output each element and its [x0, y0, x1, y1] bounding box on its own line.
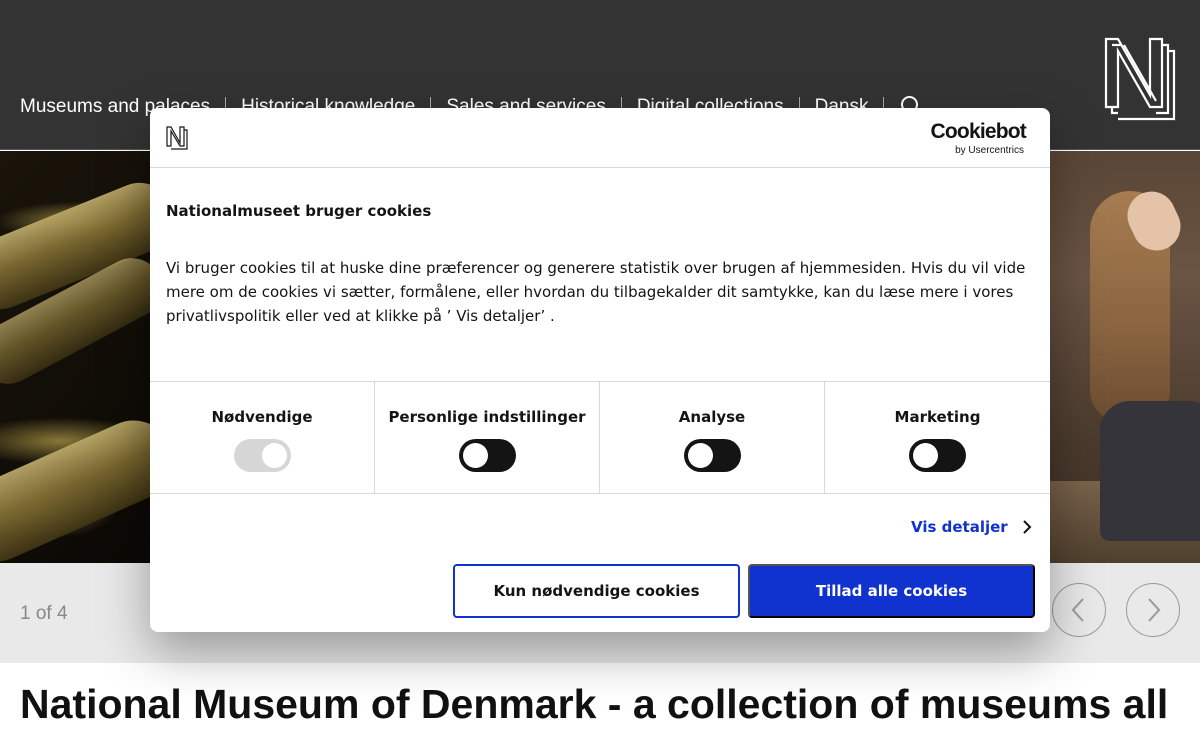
cookie-consent-dialog: Cookiebot by Usercentrics Nationalmuseet… [150, 108, 1050, 632]
carousel-next-button[interactable] [1126, 583, 1180, 637]
allow-all-button[interactable]: Tillad alle cookies [748, 564, 1035, 618]
consent-categories: Nødvendige Personlige indstillinger Anal… [150, 381, 1050, 494]
category-necessary: Nødvendige [150, 382, 375, 493]
dialog-header: Cookiebot by Usercentrics [150, 108, 1050, 168]
dialog-description: Vi bruger cookies til at huske dine præf… [166, 259, 1026, 325]
statistics-toggle[interactable] [684, 439, 741, 472]
category-label: Analyse [678, 408, 746, 426]
slide-counter: 1 of 4 [20, 603, 68, 624]
chevron-right-icon [1148, 598, 1161, 622]
category-label: Nødvendige [211, 408, 313, 426]
preferences-toggle[interactable] [459, 439, 516, 472]
category-statistics: Analyse [600, 382, 825, 493]
show-details-link[interactable]: Vis detaljer [911, 518, 1032, 536]
carousel-prev-button[interactable] [1052, 583, 1106, 637]
chevron-right-icon [1022, 520, 1032, 534]
dialog-title: Nationalmuseet bruger cookies [166, 202, 432, 220]
category-preferences: Personlige indstillinger [375, 382, 600, 493]
category-label: Personlige indstillinger [388, 408, 586, 426]
nationalmuseet-logo[interactable] [1104, 37, 1182, 121]
category-label: Marketing [894, 408, 981, 426]
show-details-label: Vis detaljer [911, 518, 1008, 536]
necessary-only-button[interactable]: Kun nødvendige cookies [453, 564, 740, 618]
page-title: National Museum of Denmark - a collectio… [20, 681, 1180, 727]
nationalmuseet-logo-small [166, 126, 188, 150]
marketing-toggle[interactable] [909, 439, 966, 472]
chevron-left-icon [1071, 598, 1084, 622]
necessary-toggle [234, 439, 291, 472]
category-marketing: Marketing [825, 382, 1050, 493]
cookiebot-logo: Cookiebot by Usercentrics [930, 120, 1027, 156]
